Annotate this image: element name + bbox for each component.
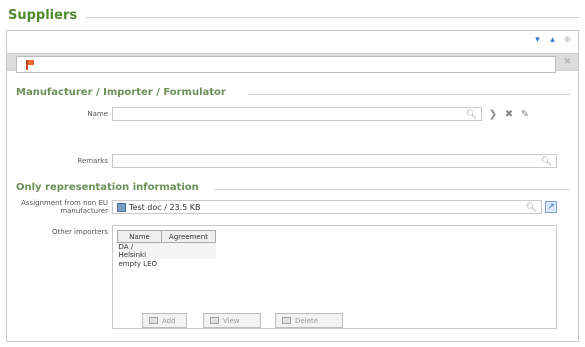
remarks-label: Remarks bbox=[77, 157, 108, 165]
table-row[interactable]: empty LEO bbox=[118, 259, 216, 269]
double-chevron-up-icon[interactable]: ▴ bbox=[548, 36, 557, 45]
column-header-agreement[interactable]: Agreement bbox=[161, 230, 216, 243]
column-header-name[interactable]: Name bbox=[117, 230, 162, 243]
section-divider bbox=[214, 189, 570, 190]
importer-agreement bbox=[162, 259, 216, 269]
section-divider bbox=[248, 94, 570, 95]
importer-name: empty LEO bbox=[118, 260, 158, 268]
delete-icon bbox=[282, 317, 291, 324]
add-button[interactable]: Add bbox=[142, 313, 187, 328]
table-row[interactable]: DA / Helsinki bbox=[117, 242, 216, 259]
document-icon bbox=[117, 203, 126, 212]
clear-icon[interactable]: ✖ bbox=[503, 108, 515, 120]
importers-table: Name Agreement DA / Helsinki empty LEO bbox=[117, 230, 216, 269]
add-button-label: Add bbox=[162, 316, 176, 325]
title-divider bbox=[86, 17, 579, 18]
search-icon[interactable]: 🔍︎ bbox=[526, 203, 537, 213]
search-icon[interactable]: 🔍︎ bbox=[466, 110, 477, 120]
flag-bar[interactable] bbox=[16, 56, 556, 73]
name-label: Name bbox=[87, 110, 108, 118]
plus-icon[interactable]: ⊕ bbox=[563, 36, 572, 45]
delete-button-label: Delete bbox=[295, 316, 318, 325]
view-icon bbox=[210, 317, 219, 324]
edit-icon[interactable]: ✎ bbox=[519, 108, 531, 120]
attach-icon[interactable]: ↗ bbox=[545, 201, 557, 213]
importer-agreement bbox=[161, 242, 216, 259]
manufacturer-section-title: Manufacturer / Importer / Formulator bbox=[16, 87, 226, 98]
name-actions: ❯ ✖ ✎ bbox=[487, 108, 531, 120]
search-icon[interactable]: 🔍︎ bbox=[541, 157, 552, 167]
view-button-label: View bbox=[223, 316, 240, 325]
remarks-field[interactable]: 🔍︎ bbox=[112, 154, 557, 168]
representation-section-title: Only representation information bbox=[16, 182, 199, 193]
flag-icon bbox=[26, 60, 34, 70]
chevron-right-icon[interactable]: ❯ bbox=[487, 108, 499, 120]
delete-icon[interactable]: ✖ bbox=[563, 58, 572, 67]
assignment-label: Assignment from non EU manufacturer bbox=[21, 199, 108, 215]
delete-button[interactable]: Delete bbox=[275, 313, 343, 328]
assignment-value[interactable]: Test doc / 23.5 KB bbox=[129, 203, 201, 212]
assignment-field[interactable]: Test doc / 23.5 KB 🔍︎ bbox=[112, 200, 542, 214]
add-icon bbox=[149, 317, 158, 324]
page-title: Suppliers bbox=[8, 8, 78, 23]
view-button[interactable]: View bbox=[203, 313, 261, 328]
importer-name: DA / Helsinki bbox=[117, 242, 162, 259]
top-toolbar: ▾ ▴ ⊕ bbox=[7, 31, 578, 51]
other-importers-label: Other importers bbox=[51, 228, 108, 236]
double-chevron-down-icon[interactable]: ▾ bbox=[533, 36, 542, 45]
name-field[interactable]: 🔍︎ bbox=[112, 107, 482, 121]
